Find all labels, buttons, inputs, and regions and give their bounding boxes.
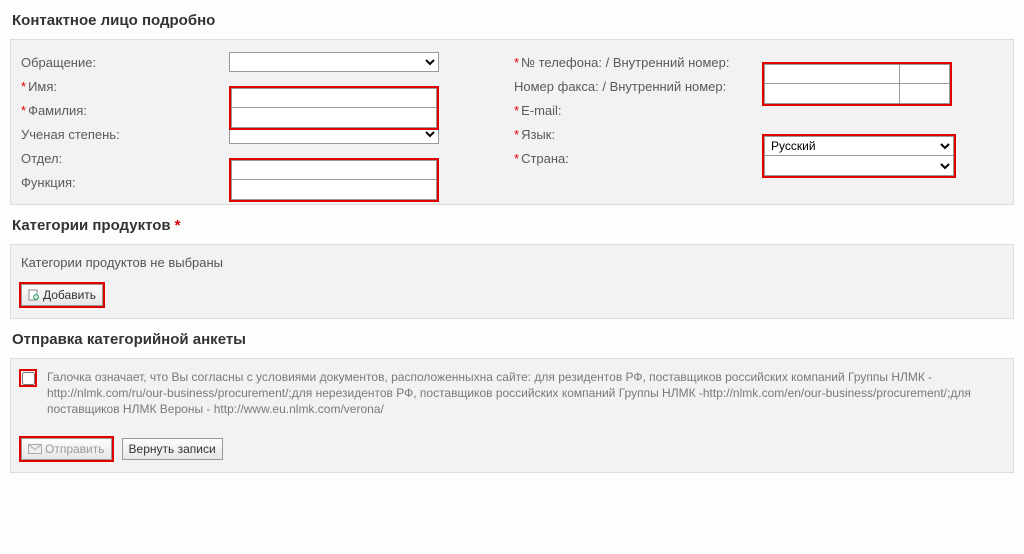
country-select[interactable] — [764, 156, 954, 176]
label-degree: Ученая степень: — [19, 127, 229, 142]
categories-panel: Категории продуктов не выбраны Добавить — [10, 244, 1014, 319]
language-select[interactable]: Русский — [764, 136, 954, 156]
add-category-label: Добавить — [43, 288, 96, 302]
section-title-submit: Отправка категорийной анкеты — [12, 331, 1024, 348]
label-firstname: *Имя: — [19, 79, 229, 94]
agree-text: Галочка означает, что Вы согласны с усло… — [47, 369, 1005, 418]
contact-right-column: *№ телефона: / Внутренний номер: — [512, 50, 1005, 194]
label-phone: *№ телефона: / Внутренний номер: — [512, 55, 762, 70]
label-email: *E-mail: — [512, 103, 762, 118]
firstname-input[interactable] — [231, 88, 437, 108]
label-country: *Страна: — [512, 151, 762, 166]
submit-panel: Галочка означает, что Вы согласны с усло… — [10, 358, 1014, 473]
contact-left-column: Обращение: *Имя: *Фамилия: — [19, 50, 512, 194]
fax-main-input[interactable] — [764, 84, 900, 104]
lastname-input[interactable] — [231, 108, 437, 128]
department-input[interactable] — [231, 160, 437, 180]
mail-icon — [28, 444, 42, 454]
reset-label: Вернуть записи — [129, 442, 216, 456]
function-input[interactable] — [231, 180, 437, 200]
section-title-contact: Контактное лицо подробно — [12, 12, 1024, 29]
reset-button[interactable]: Вернуть записи — [122, 438, 223, 460]
label-lastname: *Фамилия: — [19, 103, 229, 118]
agree-checkbox[interactable] — [22, 372, 35, 385]
label-fax: Номер факса: / Внутренний номер: — [512, 79, 762, 94]
phone-main-input[interactable] — [764, 64, 900, 84]
label-language: *Язык: — [512, 127, 762, 142]
label-function: Функция: — [19, 175, 229, 190]
send-button[interactable]: Отправить — [21, 438, 112, 460]
phone-ext-input[interactable] — [900, 64, 950, 84]
add-category-button[interactable]: Добавить — [21, 284, 103, 306]
add-icon — [28, 289, 40, 301]
contact-panel: Обращение: *Имя: *Фамилия: — [10, 39, 1014, 205]
label-department: Отдел: — [19, 151, 229, 166]
salutation-select[interactable] — [229, 52, 439, 72]
agree-checkbox-wrap — [19, 369, 37, 387]
categories-empty-msg: Категории продуктов не выбраны — [19, 255, 1005, 270]
send-label: Отправить — [45, 442, 105, 456]
label-salutation: Обращение: — [19, 55, 229, 70]
section-title-categories: Категории продуктов* — [12, 217, 1024, 234]
fax-ext-input[interactable] — [900, 84, 950, 104]
